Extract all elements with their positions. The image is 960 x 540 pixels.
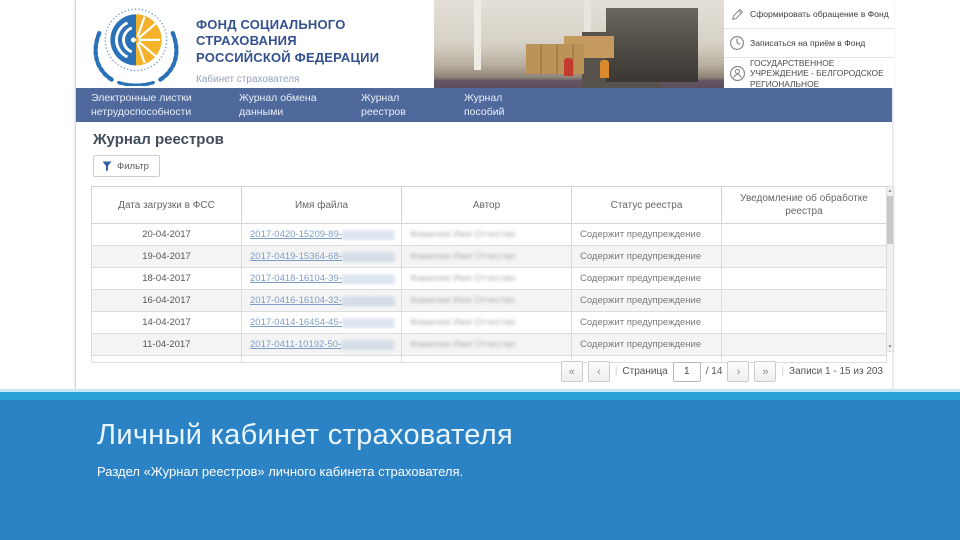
table-row[interactable]: 16-04-2017 2017-0416-16104-32-0000000000… — [91, 289, 887, 312]
page-number-input[interactable] — [672, 361, 701, 382]
last-page-button[interactable]: » — [754, 361, 777, 382]
book-appointment-label: Записаться на приём в Фонд — [750, 37, 866, 48]
regional-office-label: ГОСУДАРСТВЕННОЕ УЧРЕЖДЕНИЕ - БЕЛГОРОДСКО… — [750, 57, 884, 89]
content-area: Журнал реестров Фильтр Дата загрузки в Ф… — [76, 122, 894, 389]
col-file-name[interactable]: Имя файла — [241, 186, 402, 224]
filter-button[interactable]: Фильтр — [93, 155, 160, 177]
slide-title: Личный кабинет страхователя — [97, 419, 513, 451]
redacted-author: Фамилия Имя Отчество — [410, 273, 516, 284]
person-icon — [724, 65, 750, 82]
filter-button-label: Фильтр — [117, 160, 149, 172]
prev-page-button[interactable]: ‹ — [587, 361, 610, 382]
table-row[interactable]: 11-04-2017 2017-0411-10192-50-0000000000… — [91, 333, 887, 356]
registry-table: Дата загрузки в ФСС Имя файла Автор Стат… — [91, 186, 887, 363]
file-link[interactable]: 2017-0414-16454-45-0000000000 — [250, 317, 395, 328]
slide-footer: Личный кабинет страхователя Раздел «Журн… — [0, 400, 960, 540]
redacted-file-suffix: 0000000000 — [341, 339, 395, 350]
redacted-file-suffix: 0000000000 — [341, 251, 395, 262]
table-scrollbar[interactable]: ▲ ▼ — [886, 186, 894, 352]
redacted-file-suffix: 0000000000 — [341, 229, 395, 240]
org-title-block: ФОНД СОЦИАЛЬНОГО СТРАХОВАНИЯ РОССИЙСКОЙ … — [196, 17, 434, 85]
nav-item-eln[interactable]: Электронные листки нетрудоспособности — [91, 92, 192, 119]
col-upload-date[interactable]: Дата загрузки в ФСС — [91, 186, 242, 224]
redacted-file-suffix: 0000000000 — [341, 317, 395, 328]
pen-icon — [724, 7, 750, 22]
org-name-line2: РОССИЙСКОЙ ФЕДЕРАЦИИ — [196, 49, 380, 65]
redacted-author: Фамилия Имя Отчество — [410, 317, 516, 328]
pagination-bar: « ‹ | Страница / 14 › » | Записи 1 - 15 … — [560, 361, 883, 382]
next-page-button[interactable]: › — [727, 361, 750, 382]
table-row[interactable]: 14-04-2017 2017-0414-16454-45-0000000000… — [91, 311, 887, 334]
scrollbar-thumb[interactable] — [887, 196, 893, 244]
slide-subtitle: Раздел «Журнал реестров» личного кабинет… — [97, 464, 464, 479]
regional-office-button[interactable]: ГОСУДАРСТВЕННОЕ УЧРЕЖДЕНИЕ - БЕЛГОРОДСКО… — [724, 58, 894, 89]
col-processing-notification[interactable]: Уведомление об обработке реестра — [721, 186, 887, 224]
footer-cyan-strip — [0, 392, 960, 400]
table-row[interactable]: 19-04-2017 2017-0419-15364-68-0000000000… — [91, 245, 887, 268]
nav-item-registry-journal[interactable]: Журнал реестров — [361, 92, 406, 119]
fss-logo — [84, 4, 188, 87]
header-actions: Сформировать обращение в Фонд Записаться… — [724, 0, 894, 89]
redacted-file-suffix: 0000000000 — [341, 295, 395, 306]
main-nav: Электронные листки нетрудоспособности Жу… — [76, 88, 892, 122]
page-title: Журнал реестров — [93, 131, 224, 148]
book-appointment-button[interactable]: Записаться на приём в Фонд — [724, 29, 894, 58]
funnel-icon — [102, 161, 112, 171]
portal-screenshot: ФОНД СОЦИАЛЬНОГО СТРАХОВАНИЯ РОССИЙСКОЙ … — [75, 0, 894, 389]
col-author[interactable]: Автор — [401, 186, 572, 224]
table-row[interactable]: 20-04-2017 2017-0420-15209-89-0000000000… — [91, 223, 887, 246]
header-photo — [434, 0, 724, 88]
file-link[interactable]: 2017-0411-10192-50-0000000000 — [250, 339, 394, 350]
org-name-line1: ФОНД СОЦИАЛЬНОГО СТРАХОВАНИЯ — [196, 17, 346, 49]
table-header-row: Дата загрузки в ФСС Имя файла Автор Стат… — [91, 186, 887, 224]
page-label: Страница — [622, 366, 668, 377]
nav-item-benefits-journal[interactable]: Журнал пособий — [464, 92, 504, 119]
records-count-label: Записи 1 - 15 из 203 — [789, 366, 883, 377]
scroll-up-icon[interactable]: ▲ — [887, 187, 893, 195]
site-header: ФОНД СОЦИАЛЬНОГО СТРАХОВАНИЯ РОССИЙСКОЙ … — [76, 0, 894, 89]
redacted-author: Фамилия Имя Отчество — [410, 229, 516, 240]
redacted-file-suffix: 0000000000 — [341, 273, 395, 284]
cabinet-label: Кабинет страхователя — [196, 73, 300, 85]
col-registry-status[interactable]: Статус реестра — [571, 186, 722, 224]
create-appeal-label: Сформировать обращение в Фонд — [750, 8, 889, 19]
file-link[interactable]: 2017-0420-15209-89-0000000000 — [250, 229, 395, 240]
table-row[interactable]: 18-04-2017 2017-0418-16104-39-0000000000… — [91, 267, 887, 290]
scroll-down-icon[interactable]: ▼ — [887, 343, 893, 351]
redacted-author: Фамилия Имя Отчество — [410, 251, 516, 262]
first-page-button[interactable]: « — [560, 361, 583, 382]
redacted-author: Фамилия Имя Отчество — [410, 339, 516, 350]
redacted-author: Фамилия Имя Отчество — [410, 295, 516, 306]
clock-icon — [724, 35, 750, 51]
file-link[interactable]: 2017-0418-16104-39-0000000000 — [250, 273, 395, 284]
nav-item-exchange-journal[interactable]: Журнал обмена данными — [239, 92, 317, 119]
file-link[interactable]: 2017-0419-15364-68-0000000000 — [250, 251, 395, 262]
create-appeal-button[interactable]: Сформировать обращение в Фонд — [724, 0, 894, 29]
file-link[interactable]: 2017-0416-16104-32-0000000000 — [250, 295, 395, 306]
total-pages-label: / 14 — [705, 366, 723, 377]
